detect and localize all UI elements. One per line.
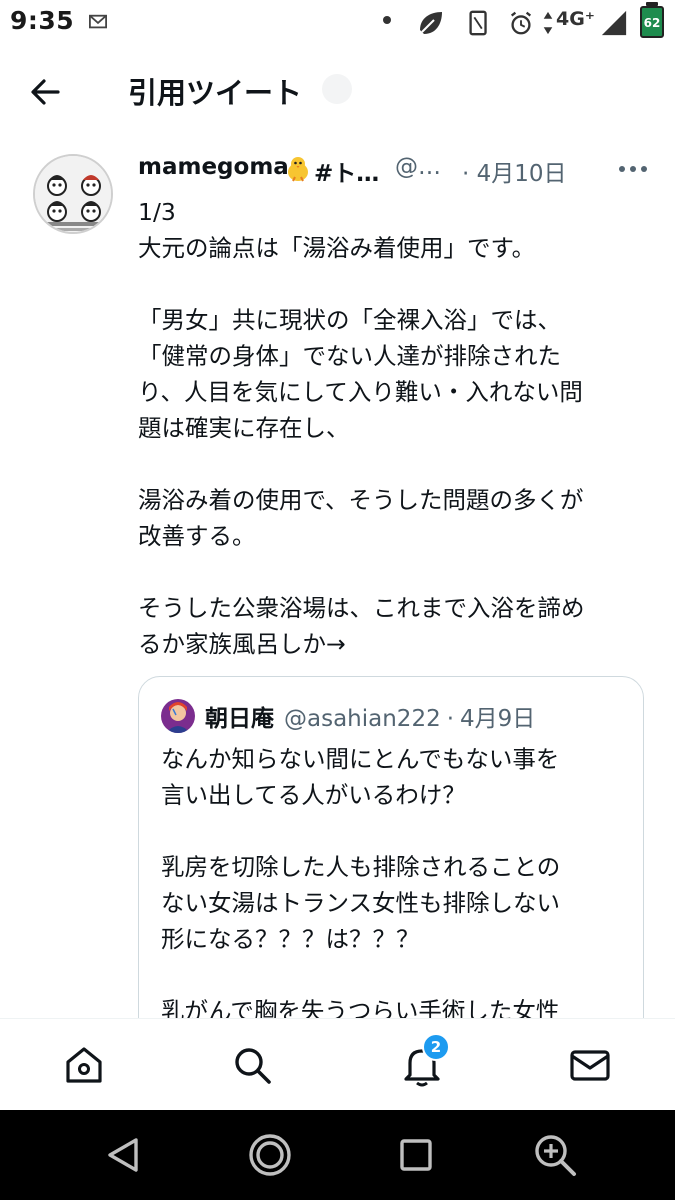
tweet-line: るか家族風呂しか→ xyxy=(138,630,346,658)
quoted-line: ない女湯はトランス女性も排除しない xyxy=(161,889,561,917)
tweet-date[interactable]: · 4月10日 xyxy=(462,154,567,188)
loading-spinner xyxy=(322,74,352,104)
battery-level: 62 xyxy=(643,16,661,30)
magnifier-icon[interactable] xyxy=(532,1132,578,1178)
quoted-line-blank xyxy=(161,957,631,993)
quoted-author-name[interactable]: 朝日庵 xyxy=(205,706,274,732)
quoted-avatar[interactable] xyxy=(161,699,195,733)
bottom-nav: 2 xyxy=(0,1018,675,1111)
status-time: 9:35 xyxy=(10,6,75,35)
quoted-tweet-header: 朝日庵 @asahian222 · 4月9日 xyxy=(205,699,535,733)
tweet-line: 1/3 xyxy=(138,198,176,226)
author-name-suffix[interactable]: #ト… xyxy=(314,154,379,188)
tweet-line-blank xyxy=(138,554,648,590)
mail-icon xyxy=(89,14,107,29)
quoted-line-blank xyxy=(161,813,631,849)
avatar-illustration xyxy=(35,156,111,232)
tweet-line: 大元の論点は「湯浴み着使用」です。 xyxy=(138,234,536,262)
quoted-tweet-date[interactable]: 4月9日 xyxy=(460,706,535,732)
messages-icon[interactable] xyxy=(566,1041,614,1089)
tweet-line: 「健常の身体」でない人達が排除された xyxy=(138,342,561,370)
more-icon[interactable] xyxy=(616,156,650,182)
quoted-line: 言い出してる人がいるわけ？ xyxy=(161,781,466,809)
author-name[interactable]: mamegoma xyxy=(138,154,289,180)
home-circle-icon[interactable] xyxy=(247,1132,293,1178)
system-nav-bar xyxy=(0,1110,675,1200)
quoted-line: 乳房を切除した人も排除されることの xyxy=(161,853,561,881)
leaf-icon xyxy=(420,12,442,34)
avatar[interactable] xyxy=(33,154,113,234)
tweet-line: 題は確実に存在し、 xyxy=(138,414,350,442)
quoted-tweet-text: なんか知らない間にとんでもない事を 言い出してる人がいるわけ？ 乳房を切除した人… xyxy=(161,741,631,1029)
status-bar: 9:35 4G⁺ 62 xyxy=(0,0,675,48)
chick-icon xyxy=(288,157,308,182)
battery-icon: 62 xyxy=(640,6,664,38)
tweet-header: mamegoma #ト… @… · 4月10日 xyxy=(138,152,658,188)
network-label: 4G⁺ xyxy=(556,8,595,30)
quoted-separator: · xyxy=(446,706,455,732)
tweet-line: り、人目を気にして入り難い・入れない問 xyxy=(138,378,583,406)
dot-icon xyxy=(383,16,391,24)
back-triangle-icon[interactable] xyxy=(100,1132,146,1178)
vibrate-icon xyxy=(469,10,487,36)
data-arrows-icon xyxy=(543,11,553,35)
tweet-line-blank xyxy=(138,446,648,482)
notification-badge: 2 xyxy=(422,1033,450,1061)
recents-square-icon[interactable] xyxy=(393,1132,439,1178)
quoted-line: 形になる？？？は？？？ xyxy=(161,925,420,953)
home-icon[interactable] xyxy=(60,1041,108,1089)
tweet-text: 1/3 大元の論点は「湯浴み着使用」です。 「男女」共に現状の「全裸入浴」では、… xyxy=(138,194,648,662)
tweet-line: そうした公衆浴場は、これまで入浴を諦め xyxy=(138,594,585,622)
page-title: 引用ツイート xyxy=(128,76,303,110)
header: 引用ツイート xyxy=(0,48,675,134)
tweet-line-blank xyxy=(138,266,648,302)
quoted-author-handle[interactable]: @asahian222 xyxy=(284,706,441,732)
tweet-line: 湯浴み着の使用で、そうした問題の多くが xyxy=(138,486,584,514)
tweet-line: 改善する。 xyxy=(138,522,256,550)
search-icon[interactable] xyxy=(228,1041,276,1089)
quoted-line: なんか知らない間にとんでもない事を xyxy=(161,745,560,773)
back-arrow-icon[interactable] xyxy=(22,68,70,116)
author-handle[interactable]: @… xyxy=(395,154,441,180)
tweet-line: 「男女」共に現状の「全裸入浴」では、 xyxy=(138,306,561,334)
signal-icon xyxy=(601,10,627,36)
quoted-avatar-illustration xyxy=(161,699,195,733)
alarm-icon xyxy=(510,11,532,35)
